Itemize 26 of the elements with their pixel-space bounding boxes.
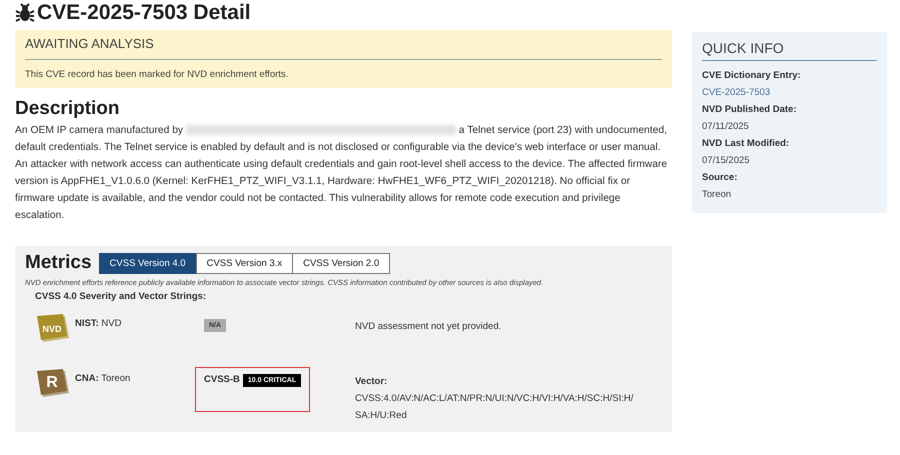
score-type: CVSS-B — [204, 374, 240, 385]
status-text: This CVE record has been marked for NVD enrichment efforts. — [25, 69, 290, 80]
source-label: CNA: Toreon — [75, 373, 130, 384]
version-tab[interactable]: CVSS Version 4.0 — [98, 253, 197, 274]
source-label: NIST: NVD — [75, 318, 122, 329]
section-heading: Metrics — [25, 252, 92, 274]
info-value: 07/11/2025 — [702, 120, 750, 134]
version-tab[interactable]: CVSS Version 2.0 — [292, 253, 390, 274]
info-label: CVE Dictionary Entry: — [702, 69, 802, 83]
metrics-subheading: CVSS 4.0 Severity and Vector Strings: — [35, 291, 208, 302]
description-text: An OEM IP camera manufactured by a Telnet service (port 23) with undocumented, default credentials. The Telnet service is enabled by default and is not disclosed or configurable via the device's web interface or user manual. An attacker with network access can authenticate using default credentials and gain root-level shell access to the device. The affected firmware version is AppFHE1_V1.0.6.0 (Kernel: KerFHE1_PTZ_WIFI_V3.1.1, Hardware: HwFHE1_WF6_PTZ_WIFI_20201218). No official fix or firmware update is available, and the vendor could not be contacted. This vulnerability allows for remote code execution and privilege escalation. — [15, 124, 668, 223]
info-label: Source: — [702, 171, 738, 185]
vector-string: CVSS:4.0/AV:N/AC:L/AT:N/PR:N/UI:N/VC:H/VI:H/VA:H/SC:H/SI:H/SA:H/U:Red — [355, 392, 634, 423]
status-heading: AWAITING ANALYSIS — [25, 36, 155, 51]
page-title: CVE-2025-7503 Detail — [37, 1, 251, 25]
section-heading: Description — [15, 98, 121, 120]
version-tab[interactable]: CVSS Version 3.x — [196, 253, 294, 274]
quick-info-heading: QUICK INFO — [702, 40, 877, 61]
assessment-note: NVD assessment not yet provided. — [355, 320, 502, 334]
info-link[interactable]: CVE-2025-7503 — [702, 84, 877, 101]
info-value: 07/15/2025 — [702, 154, 751, 168]
info-label: NVD Published Date: — [702, 103, 798, 117]
info-value: Toreon — [702, 188, 732, 202]
info-label: NVD Last Modified: — [702, 137, 790, 151]
bug-icon — [15, 3, 35, 23]
vector-label: Vector: — [355, 375, 388, 389]
